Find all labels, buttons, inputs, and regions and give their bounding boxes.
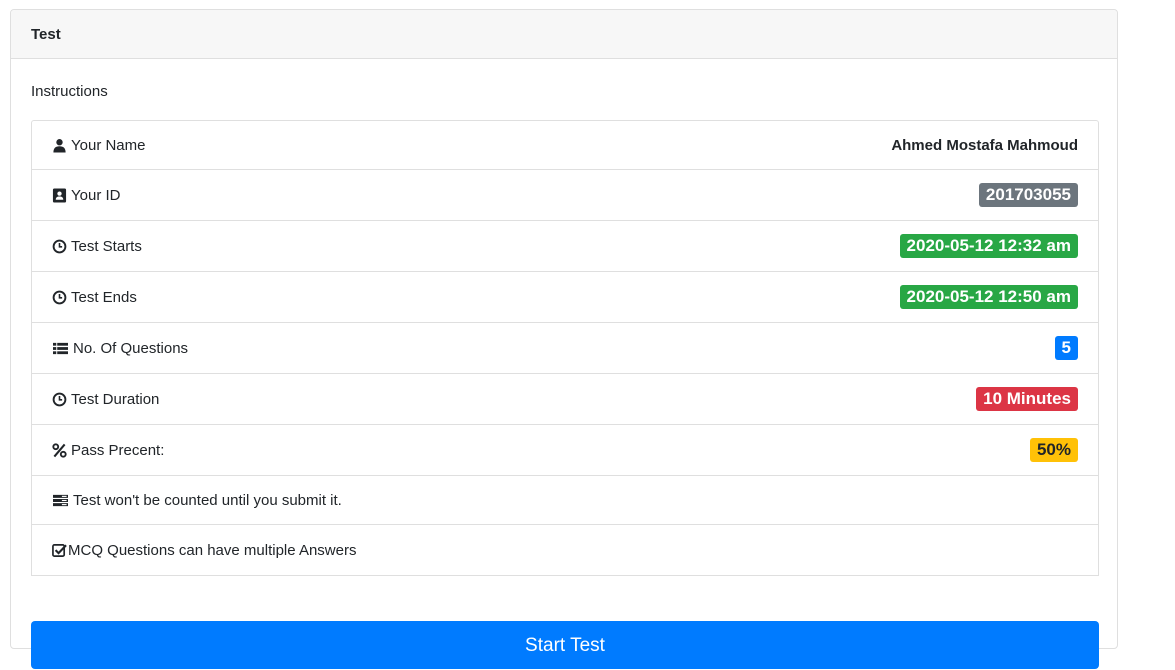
clock-icon [52, 239, 67, 254]
tasks-icon [52, 493, 69, 508]
check-square-icon [52, 543, 67, 558]
info-list: Your Name Ahmed Mostafa Mahmoud Your ID … [31, 120, 1099, 576]
test-starts-badge: 2020-05-12 12:32 am [899, 234, 1078, 258]
row-pass-percent: Pass Precent: 50% [32, 425, 1098, 476]
no-of-questions-label: No. Of Questions [73, 339, 189, 357]
row-test-duration: Test Duration 10 Minutes [32, 374, 1098, 425]
id-card-icon [52, 187, 67, 203]
instructions-label: Instructions [31, 83, 108, 100]
list-icon [52, 341, 69, 356]
mcq-note-text: MCQ Questions can have multiple Answers [68, 541, 357, 559]
your-id-badge: 201703055 [978, 183, 1078, 207]
percent-icon [52, 442, 67, 458]
row-mcq-note: MCQ Questions can have multiple Answers [32, 525, 1098, 575]
test-card: Test Instructions Your Name Ahmed Mostaf… [10, 9, 1118, 669]
clock-icon [52, 290, 67, 305]
test-starts-label: Test Starts [71, 237, 142, 255]
row-no-of-questions: No. Of Questions 5 [32, 323, 1098, 374]
test-ends-badge: 2020-05-12 12:50 am [899, 285, 1078, 309]
test-ends-label: Test Ends [71, 288, 137, 306]
card-header: Test [11, 10, 1117, 59]
submit-note-text: Test won't be counted until you submit i… [73, 491, 342, 509]
row-test-starts: Test Starts 2020-05-12 12:32 am [32, 221, 1098, 272]
row-submit-note: Test won't be counted until you submit i… [32, 476, 1098, 525]
your-name-value: Ahmed Mostafa Mahmoud [891, 136, 1078, 154]
no-of-questions-badge: 5 [1054, 336, 1078, 360]
your-id-label: Your ID [71, 186, 121, 204]
row-your-id: Your ID 201703055 [32, 170, 1098, 221]
pass-percent-label: Pass Precent: [71, 441, 165, 459]
test-duration-badge: 10 Minutes [976, 387, 1078, 411]
row-test-ends: Test Ends 2020-05-12 12:50 am [32, 272, 1098, 323]
row-your-name: Your Name Ahmed Mostafa Mahmoud [32, 121, 1098, 170]
test-duration-label: Test Duration [71, 390, 160, 408]
user-icon [52, 138, 67, 153]
clock-icon [52, 392, 67, 407]
your-name-label: Your Name [71, 136, 146, 154]
pass-percent-badge: 50% [1029, 438, 1078, 462]
start-test-button[interactable]: Start Test [31, 621, 1099, 669]
